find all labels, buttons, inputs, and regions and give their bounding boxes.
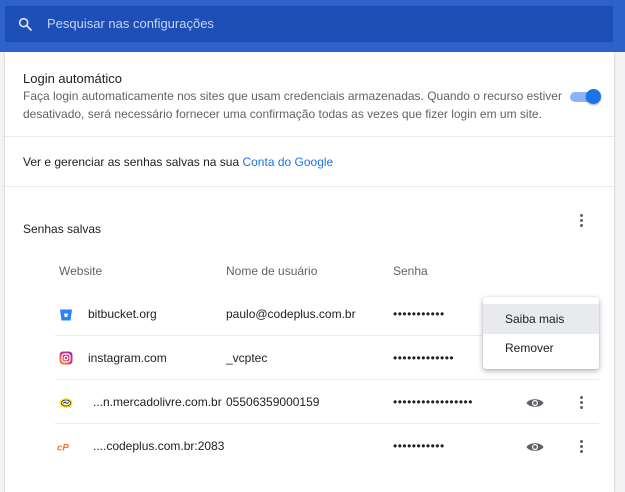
column-header-website: Website [59, 264, 103, 278]
auto-login-toggle[interactable] [570, 89, 601, 105]
table-row: ...n.mercadolivre.com.br 05506359000159 … [5, 380, 614, 424]
row-password: ••••••••••• [393, 307, 445, 321]
column-header-username: Nome de usuário [226, 264, 318, 278]
show-password-eye-icon[interactable] [526, 441, 544, 453]
search-icon [18, 17, 32, 31]
menu-item-label: Saiba mais [505, 312, 565, 326]
row-website: bitbucket.org [88, 307, 157, 321]
row-website: instagram.com [88, 351, 167, 365]
password-context-menu: Saiba mais Remover [483, 297, 599, 369]
column-header-password: Senha [393, 264, 428, 278]
manage-passwords-text: Ver e gerenciar as senhas salvas na sua … [23, 155, 333, 169]
row-username: paulo@codeplus.com.br [226, 307, 356, 321]
cpanel-icon: cP [57, 443, 69, 454]
toggle-knob [586, 89, 601, 104]
auto-login-description-2: desativado, será necessário fornecer uma… [23, 107, 542, 121]
saved-passwords-more-menu-icon[interactable] [570, 208, 594, 232]
table-row: cP ....codeplus.com.br:2083 ••••••••••• [5, 424, 614, 468]
row-website: ...n.mercadolivre.com.br [93, 395, 222, 409]
menu-item-label: Remover [505, 341, 554, 355]
search-placeholder: Pesquisar nas configurações [47, 16, 214, 31]
passwords-card: Login automático Faça login automaticame… [5, 52, 614, 492]
row-password: ••••••••••••• [393, 351, 455, 365]
row-password: ••••••••••• [393, 439, 445, 453]
manage-passwords-prefix: Ver e gerenciar as senhas salvas na sua [23, 155, 243, 169]
row-username: 05506359000159 [226, 395, 320, 409]
divider [5, 186, 614, 187]
row-more-menu-icon[interactable] [570, 390, 594, 414]
menu-item-saiba-mais[interactable]: Saiba mais [483, 304, 599, 334]
row-website: ....codeplus.com.br:2083 [93, 439, 225, 453]
row-password: ••••••••••••••••• [393, 395, 473, 409]
menu-item-remover[interactable]: Remover [483, 333, 599, 363]
svg-text:cP: cP [57, 443, 69, 454]
mercadolivre-icon [59, 398, 73, 408]
saved-passwords-title: Senhas salvas [23, 222, 102, 236]
auto-login-title: Login automático [23, 71, 123, 86]
row-username: _vcptec [226, 351, 268, 365]
google-account-link[interactable]: Conta do Google [242, 155, 333, 169]
search-settings-input[interactable]: Pesquisar nas configurações [5, 6, 613, 42]
divider [5, 136, 614, 137]
bitbucket-icon [60, 309, 72, 321]
row-more-menu-icon[interactable] [570, 434, 594, 458]
auto-login-description-1: Faça login automaticamente nos sites que… [23, 89, 562, 103]
settings-header: Pesquisar nas configurações [0, 0, 625, 52]
instagram-icon [59, 351, 73, 365]
show-password-eye-icon[interactable] [526, 397, 544, 409]
